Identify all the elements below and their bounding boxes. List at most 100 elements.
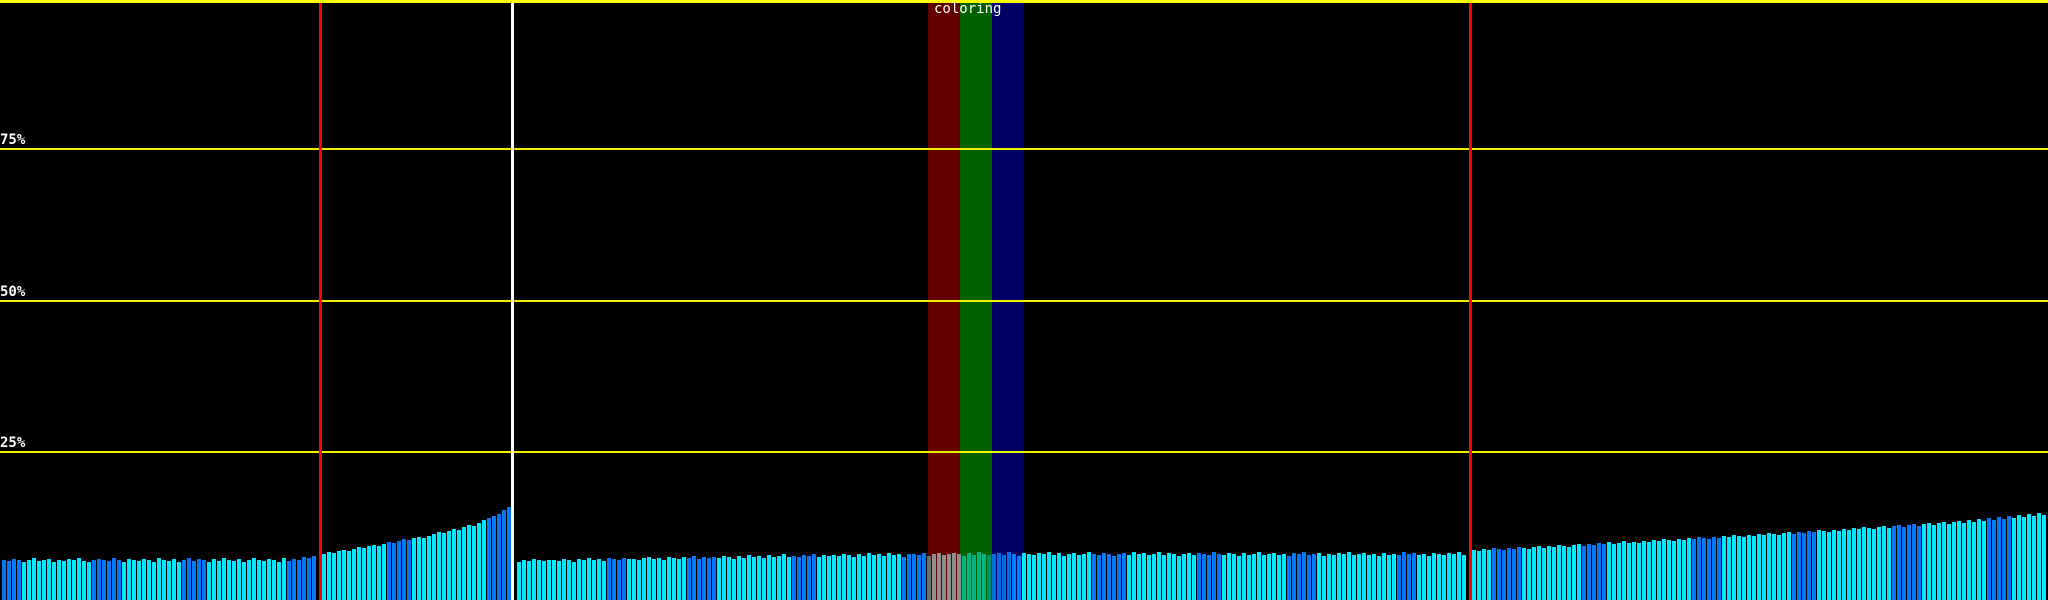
bar <box>1272 553 1276 600</box>
bar <box>207 562 211 600</box>
bar <box>1812 532 1816 600</box>
bar <box>737 556 741 600</box>
bar <box>172 559 176 600</box>
bar <box>1902 527 1906 600</box>
bar <box>2022 517 2026 600</box>
bar <box>282 558 286 600</box>
bar <box>1047 552 1051 600</box>
bar <box>1482 549 1486 600</box>
bar <box>897 554 901 600</box>
bar <box>1637 543 1641 600</box>
bar <box>1317 553 1321 600</box>
bar <box>837 556 841 600</box>
bar <box>967 553 971 600</box>
bar <box>832 555 836 600</box>
bar <box>637 560 641 600</box>
bar <box>82 561 86 600</box>
bar <box>1167 553 1171 600</box>
bar <box>1162 555 1166 600</box>
bar <box>1207 555 1211 600</box>
bar <box>932 554 936 600</box>
bar <box>1067 554 1071 600</box>
bar <box>772 557 776 600</box>
bar <box>1542 548 1546 600</box>
bar <box>1197 553 1201 600</box>
bar <box>757 556 761 600</box>
bar <box>1487 550 1491 600</box>
bar <box>1407 554 1411 600</box>
bar <box>842 554 846 600</box>
bar <box>147 560 151 600</box>
bar <box>747 555 751 600</box>
bar <box>142 559 146 600</box>
bar <box>547 560 551 600</box>
bar <box>1992 520 1996 600</box>
bar <box>492 516 496 600</box>
bar <box>1357 554 1361 600</box>
bar <box>2002 519 2006 600</box>
bar <box>1137 554 1141 600</box>
bar <box>1462 555 1466 600</box>
bar <box>1387 555 1391 600</box>
bar <box>1782 533 1786 600</box>
bar <box>1892 526 1896 600</box>
bar <box>1367 555 1371 600</box>
bar <box>467 525 471 600</box>
bar <box>237 559 241 600</box>
bar <box>812 554 816 600</box>
bar <box>742 558 746 600</box>
bar <box>267 559 271 600</box>
bar <box>1347 552 1351 600</box>
bar <box>1987 518 1991 600</box>
bar <box>1632 542 1636 600</box>
bar <box>1757 534 1761 600</box>
bar <box>1377 556 1381 600</box>
bar <box>1552 547 1556 600</box>
bar <box>217 561 221 600</box>
bar <box>312 556 316 600</box>
bar <box>592 560 596 600</box>
bar <box>1672 541 1676 600</box>
bar <box>257 560 261 600</box>
bar <box>992 554 996 600</box>
bar <box>787 557 791 600</box>
bar <box>827 556 831 600</box>
bar <box>617 560 621 600</box>
bar <box>1937 523 1941 600</box>
bar <box>972 555 976 600</box>
bar <box>1607 542 1611 600</box>
bar <box>1282 554 1286 600</box>
bar <box>1947 524 1951 600</box>
bar <box>1592 545 1596 600</box>
bar <box>337 551 341 600</box>
bar <box>1152 554 1156 600</box>
bar <box>392 543 396 600</box>
bar <box>322 554 326 600</box>
bar <box>962 556 966 600</box>
bar <box>1127 555 1131 600</box>
gridline-75 <box>0 148 2048 150</box>
bar <box>762 558 766 600</box>
bar <box>1107 554 1111 600</box>
bar <box>642 558 646 600</box>
bar <box>1587 544 1591 600</box>
bar <box>1747 535 1751 600</box>
bar <box>1537 546 1541 600</box>
bar <box>407 540 411 600</box>
bar <box>1872 529 1876 600</box>
bar <box>1922 524 1926 600</box>
bar <box>1627 543 1631 600</box>
red-marker-2 <box>1469 3 1472 600</box>
bar <box>1837 531 1841 600</box>
bar <box>382 544 386 600</box>
bar <box>907 554 911 600</box>
bar <box>42 560 46 600</box>
bar <box>32 558 36 600</box>
bar <box>1052 555 1056 600</box>
bar <box>17 560 21 600</box>
bar <box>122 562 126 600</box>
usage-chart: 75% 50% 25% coloring <box>0 0 2048 600</box>
bar <box>1172 554 1176 600</box>
bar <box>1697 537 1701 600</box>
bar <box>1977 519 1981 600</box>
